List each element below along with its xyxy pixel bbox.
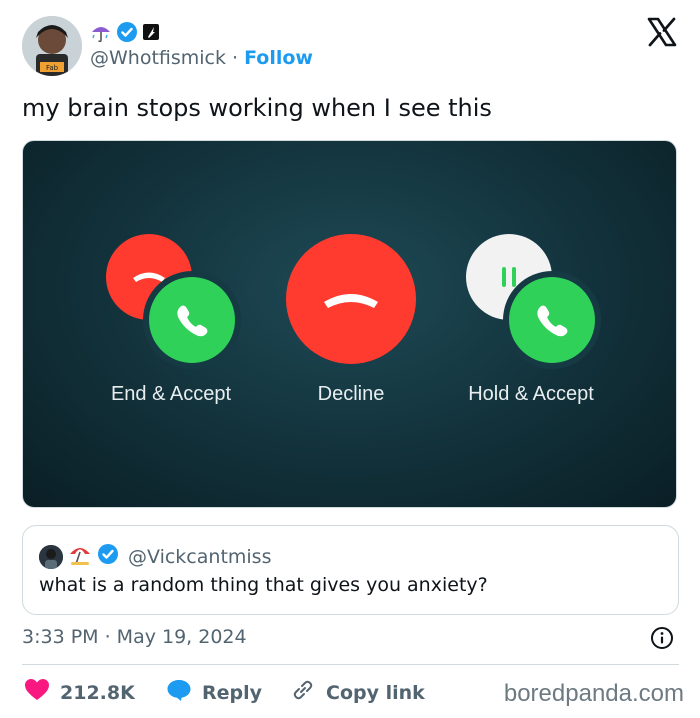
quoted-handle[interactable]: @Vickcantmiss (128, 546, 271, 568)
end-accept-label: End & Accept (110, 383, 232, 405)
x-logo-icon[interactable] (646, 16, 678, 48)
accept-call-button (509, 277, 595, 363)
like-count: 212.8K (60, 681, 135, 704)
avatar[interactable]: Fab (22, 16, 82, 76)
heart-icon (24, 678, 50, 707)
decline-button (286, 234, 416, 364)
avatar-logo-text: Fab (46, 64, 59, 72)
tweet-media[interactable]: End & Accept Decline Hold & Accept (22, 140, 677, 508)
link-icon (290, 678, 316, 707)
tweet-text: my brain stops working when I see this (22, 94, 492, 122)
affiliate-badge-icon (142, 23, 160, 45)
user-handle[interactable]: @Whotfismick (90, 47, 226, 69)
verified-badge-icon (97, 543, 119, 570)
hold-accept-label: Hold & Accept (468, 383, 594, 405)
timestamp[interactable]: 3:33 PM · May 19, 2024 (22, 626, 247, 648)
like-button[interactable]: 212.8K (24, 678, 135, 707)
beach-umbrella-icon (68, 542, 92, 571)
badge-row (90, 22, 160, 46)
phone-icon (177, 305, 208, 337)
reply-bubble-icon (166, 678, 192, 707)
accept-call-button (149, 277, 235, 363)
phone-icon (537, 305, 568, 337)
follow-button[interactable]: Follow (244, 47, 313, 69)
decline-label: Decline (317, 383, 385, 405)
umbrella-rain-icon (90, 21, 112, 47)
reply-label: Reply (202, 681, 263, 704)
watermark: boredpanda.com (503, 680, 684, 707)
info-icon[interactable] (650, 626, 674, 650)
copy-link-button[interactable]: Copy link (290, 678, 425, 707)
handle-row: @Whotfismick · Follow (90, 47, 313, 69)
quoted-text: what is a random thing that gives you an… (39, 574, 488, 596)
quoted-tweet[interactable]: @Vickcantmiss what is a random thing tha… (22, 525, 679, 615)
separator: · (232, 47, 239, 69)
verified-badge-icon (116, 21, 138, 47)
quoted-tweet-header: @Vickcantmiss (39, 542, 271, 571)
hang-up-icon (324, 294, 378, 308)
reply-button[interactable]: Reply (166, 678, 262, 707)
copy-link-label: Copy link (326, 681, 425, 704)
divider (22, 664, 679, 665)
quoted-avatar[interactable] (39, 544, 63, 569)
